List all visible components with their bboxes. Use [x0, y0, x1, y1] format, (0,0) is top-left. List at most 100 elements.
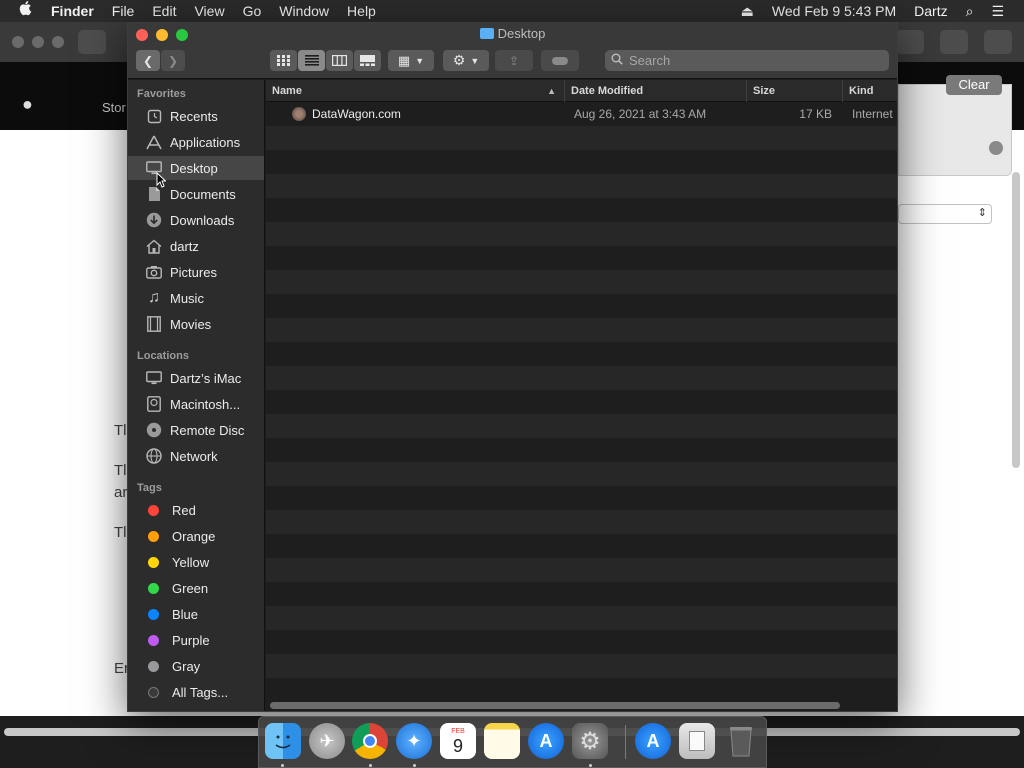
bg-share-button	[940, 30, 968, 54]
calendar-icon[interactable]: FEB 9	[440, 723, 476, 759]
chrome-center-icon	[363, 734, 377, 748]
bg-zoom-button	[52, 36, 64, 48]
dock: ✈ ✦ FEB 9 A ⚙ A	[258, 716, 767, 768]
sidebar-item-music[interactable]: ♫ Music	[128, 286, 264, 310]
folder-icon	[479, 28, 494, 39]
chevron-left-icon: ❮	[142, 53, 154, 68]
trash-icon[interactable]	[723, 723, 759, 759]
action-menu-button[interactable]: ⚙ ▼	[443, 50, 489, 71]
file-size: 17 KB	[799, 107, 832, 121]
menu-view[interactable]: View	[185, 0, 233, 22]
finder-icon[interactable]	[265, 723, 301, 759]
file-date: Aug 26, 2021 at 3:43 AM	[574, 107, 707, 121]
sidebar-item-applications[interactable]: Applications	[128, 130, 264, 154]
sidebar-item-movies[interactable]: Movies	[128, 312, 264, 336]
notes-icon[interactable]	[484, 723, 520, 759]
spotlight-icon[interactable]: ⌕	[957, 0, 983, 22]
sidebar-item-home[interactable]: dartz	[128, 234, 264, 258]
tag-dot-icon	[148, 608, 159, 620]
menu-go[interactable]: Go	[234, 0, 271, 22]
sidebar-item-all-tags[interactable]: All Tags...	[128, 680, 264, 704]
empty-row	[266, 582, 897, 606]
sidebar-item-documents[interactable]: Documents	[128, 182, 264, 206]
sidebar-item-downloads[interactable]: Downloads	[128, 208, 264, 232]
clear-button[interactable]: Clear	[946, 75, 1002, 95]
chevron-down-icon: ▼	[470, 55, 480, 66]
menu-file[interactable]: File	[103, 0, 144, 22]
sidebar-item-desktop[interactable]: Desktop	[128, 156, 264, 180]
menu-window[interactable]: Window	[270, 0, 338, 22]
horizontal-scrollbar[interactable]	[270, 702, 840, 709]
sidebar-item-network[interactable]: Network	[128, 444, 264, 468]
sidebar-item-pictures[interactable]: Pictures	[128, 260, 264, 284]
sidebar-item-remote-disc[interactable]: Remote Disc	[128, 418, 264, 442]
column-header-label: Date Modified	[571, 85, 644, 97]
menu-finder[interactable]: Finder	[42, 0, 103, 22]
column-header-size[interactable]: Size	[746, 80, 842, 102]
favorites-header: Favorites	[137, 88, 186, 100]
control-center-icon[interactable]: ☰	[982, 0, 1024, 22]
sidebar-tag-red[interactable]: Red	[128, 498, 264, 522]
bg-download-button	[896, 30, 924, 54]
sidebar-tag-yellow[interactable]: Yellow	[128, 550, 264, 574]
sidebar-item-macintosh-hd[interactable]: Macintosh...	[128, 392, 264, 416]
safari-icon[interactable]: ✦	[396, 723, 432, 759]
menubar-user[interactable]: Dartz	[905, 0, 956, 22]
app-store-download-icon[interactable]: A	[635, 723, 671, 759]
launchpad-icon[interactable]: ✈	[309, 723, 345, 759]
sidebar-tag-orange[interactable]: Orange	[128, 524, 264, 548]
select-chevron-icon: ⇕	[977, 207, 987, 219]
menu-edit[interactable]: Edit	[143, 0, 185, 22]
sidebar-item-recents[interactable]: Recents	[128, 104, 264, 128]
empty-row	[266, 534, 897, 558]
list-icon	[304, 55, 319, 66]
calendar-month: FEB	[451, 727, 465, 735]
empty-row	[266, 558, 897, 582]
empty-row	[266, 462, 897, 486]
list-view-button[interactable]	[298, 50, 325, 71]
sidebar-item-label: Green	[172, 580, 209, 596]
tag-dot-icon	[148, 634, 159, 646]
column-header-date[interactable]: Date Modified	[564, 80, 746, 102]
empty-row	[266, 174, 897, 198]
camera-icon	[146, 264, 162, 280]
app-store-glyph-icon: A	[539, 730, 553, 751]
search-field[interactable]: Search	[605, 50, 889, 71]
document-stack-icon[interactable]	[679, 723, 715, 759]
search-icon	[611, 53, 623, 68]
eject-icon[interactable]: ⏏	[732, 0, 763, 22]
gallery-view-button[interactable]	[354, 50, 381, 71]
sidebar-tag-green[interactable]: Green	[128, 576, 264, 600]
share-icon: ⇪	[508, 53, 520, 68]
chrome-icon[interactable]	[352, 723, 388, 759]
column-header-label: Kind	[849, 85, 874, 97]
sidebar-tag-blue[interactable]: Blue	[128, 602, 264, 626]
sidebar-tag-gray[interactable]: Gray	[128, 654, 264, 678]
forward-button[interactable]: ❯	[161, 50, 185, 71]
empty-row	[266, 342, 897, 366]
sort-ascending-icon: ▲	[547, 86, 556, 96]
share-button[interactable]: ⇪	[495, 50, 533, 71]
column-view-button[interactable]	[326, 50, 353, 71]
icon-view-button[interactable]	[270, 50, 297, 71]
empty-row	[266, 654, 897, 678]
bg-text-4: Tl	[114, 524, 127, 541]
file-row[interactable]: DataWagon.com Aug 26, 2021 at 3:43 AM 17…	[266, 102, 897, 126]
tag-button[interactable]	[541, 50, 579, 71]
column-header-kind[interactable]: Kind	[842, 80, 897, 102]
back-button[interactable]: ❮	[136, 50, 160, 71]
system-preferences-icon[interactable]: ⚙	[572, 723, 608, 759]
calendar-day: 9	[452, 735, 463, 756]
menu-help[interactable]: Help	[338, 0, 385, 22]
tags-header: Tags	[137, 482, 162, 494]
menubar-clock[interactable]: Wed Feb 9 5:43 PM	[763, 0, 905, 22]
sidebar-item-label: Red	[172, 502, 196, 518]
sidebar-tag-purple[interactable]: Purple	[128, 628, 264, 652]
sidebar-item-imac[interactable]: Dartz’s iMac	[128, 366, 264, 390]
app-store-icon[interactable]: A	[528, 723, 564, 759]
column-header-name[interactable]: Name ▲	[266, 80, 564, 102]
group-by-button[interactable]: ▦ ▼	[388, 50, 434, 71]
apple-menu-icon[interactable]	[0, 0, 42, 22]
sidebar-item-label: Dartz’s iMac	[170, 370, 242, 386]
empty-row	[266, 630, 897, 654]
